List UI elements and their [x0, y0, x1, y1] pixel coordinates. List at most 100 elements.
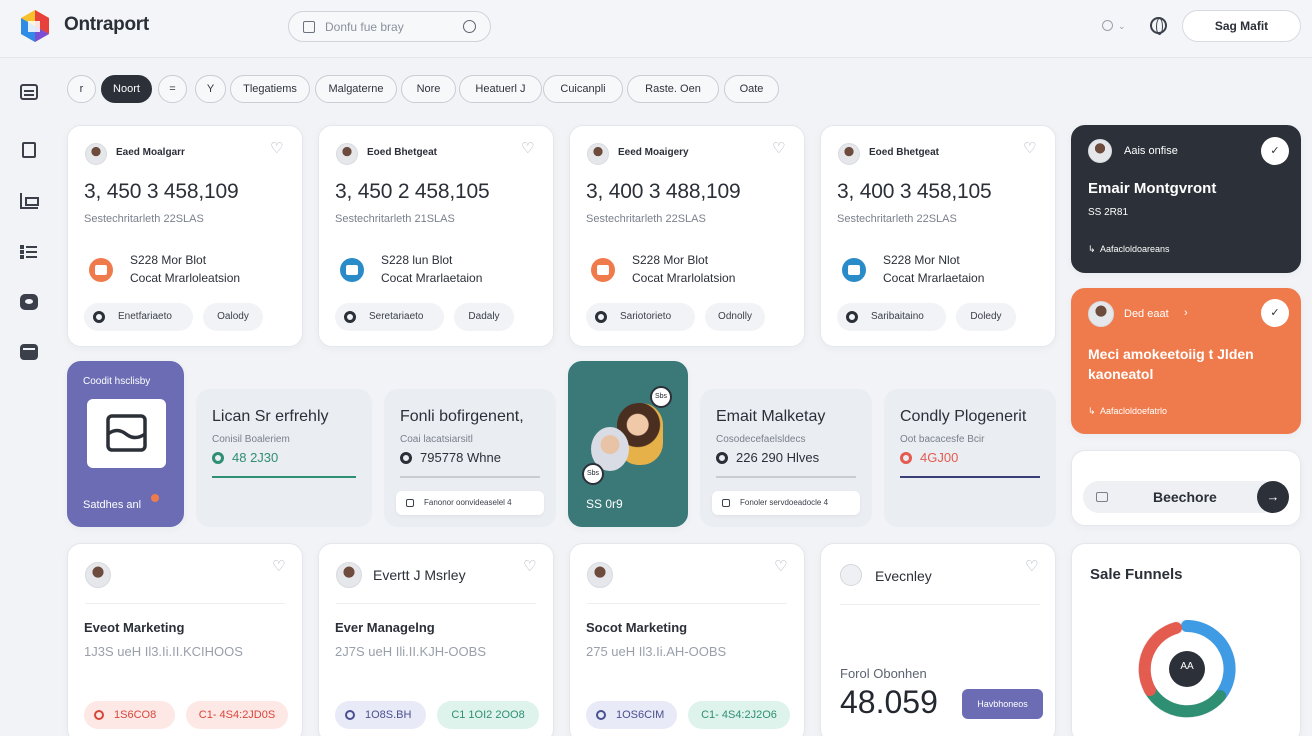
avatar	[840, 564, 862, 586]
frequency-pill[interactable]: Dadaly	[454, 303, 514, 331]
twitter-icon-glyph	[848, 265, 860, 275]
filter-chip[interactable]: Cuicanpli	[543, 75, 623, 103]
campaign-summary-card[interactable]: Fonli bofirgenent, Coai lacatsiarsitl 7957…	[384, 389, 556, 527]
card-value: 4GJ00	[920, 450, 959, 465]
message-icon[interactable]	[20, 294, 38, 310]
globe-icon[interactable]	[1150, 17, 1167, 35]
filter-chip[interactable]: Y	[195, 75, 226, 103]
list-icon[interactable]	[20, 244, 38, 260]
twitter-icon	[842, 258, 866, 282]
metric-badge[interactable]: C1 1OI2 2OO8	[437, 701, 539, 729]
heart-icon[interactable]: ♡	[272, 559, 286, 574]
marketing-card[interactable]: ♡ Eveot Marketing 1J3S ueH Il3.Ii.II.KCIHO…	[67, 543, 303, 736]
inbox-icon[interactable]	[20, 344, 38, 360]
ontraport-logo[interactable]	[18, 8, 52, 44]
heart-icon[interactable]: ♡	[270, 141, 284, 156]
metric-badge[interactable]: 1OS6CIM	[586, 701, 677, 729]
marketing-card[interactable]: Evertt J Msrley ♡ Ever Managelng 2J7S ueH I…	[318, 543, 554, 736]
metric-card[interactable]: Eoed Bhetgeat ♡ 3, 400 3 458,105 Sestechrit…	[820, 125, 1056, 347]
metric-card[interactable]: Eaed Moalgarr ♡ 3, 450 3 458,109 Sestechrit…	[67, 125, 303, 347]
campaign-summary-card[interactable]: Lican Sr erfrehly Conisil Boaleriem 48 2J3…	[196, 389, 372, 527]
card-footer: Aafacloldoareans	[1100, 244, 1170, 254]
document-icon[interactable]	[22, 142, 36, 158]
check-icon[interactable]: ✓	[1261, 137, 1289, 165]
frequency-pill[interactable]: Doledy	[956, 303, 1016, 331]
filter-chip[interactable]: Heatuerl J	[459, 75, 542, 103]
image-icon	[106, 414, 147, 452]
badge-icon	[345, 710, 355, 720]
details-button[interactable]: Havbhoneos	[962, 689, 1043, 719]
twitter-icon	[340, 258, 364, 282]
quick-search-card: Beechore →	[1071, 450, 1301, 526]
card-title: Emait Malketay	[716, 408, 826, 425]
heart-icon[interactable]: ♡	[1025, 559, 1039, 574]
status-dot	[151, 494, 159, 502]
meeting-marketing-card[interactable]: Ded eaat › ✓ Meci amokeetoiig t Jlden ka…	[1071, 288, 1301, 434]
heart-icon[interactable]: ♡	[523, 559, 537, 574]
card-detail: Cocat Mrarlolatsion	[632, 271, 736, 285]
metric-badge[interactable]: 1O8S.BH	[335, 701, 426, 729]
search-bar[interactable]: Donfu fue bray	[288, 11, 491, 42]
card-footer: SS 0r9	[586, 497, 623, 511]
filter-tag[interactable]: Fanonor oonvideaselel 4	[396, 491, 544, 515]
divider	[840, 604, 1040, 605]
metric-badge-label: 1S6CO8	[114, 709, 157, 721]
sale-funnels-card[interactable]: Sale Funnels AA	[1071, 543, 1301, 736]
go-button[interactable]: →	[1257, 481, 1289, 513]
total-label: Forol Obonhen	[840, 666, 927, 681]
link-icon: ↳	[1088, 406, 1096, 416]
donut-segment-green	[1144, 684, 1226, 718]
card-value: 795778 Whne	[420, 450, 501, 465]
search-refresh-icon[interactable]	[463, 20, 476, 33]
heart-icon[interactable]: ♡	[772, 141, 786, 156]
frequency-pill[interactable]: Oalody	[203, 303, 263, 331]
metric-badge[interactable]: C1- 4S4:2JD0S	[186, 701, 288, 729]
check-icon[interactable]: ✓	[1261, 299, 1289, 327]
campaign-summary-card[interactable]: Emait Malketay Cosodecefaelsldecs 226 290 …	[700, 389, 872, 527]
card-detail: Cocat Mrarlaetaion	[381, 271, 483, 285]
heart-icon[interactable]: ♡	[1023, 141, 1037, 156]
email-management-card[interactable]: Aais onfise ✓ Emair Montgvront SS 2R81 A…	[1071, 125, 1301, 273]
filter-chip[interactable]: =	[158, 75, 187, 103]
metric-badge[interactable]: 1S6CO8	[84, 701, 175, 729]
image-tile	[87, 399, 166, 468]
card-title: Emair Montgvront	[1088, 180, 1217, 197]
status-pill[interactable]: Seretariaeto	[335, 303, 444, 331]
card-title: Eveot Marketing	[84, 620, 185, 635]
quick-search-field[interactable]: Beechore	[1083, 481, 1278, 513]
card-title: Condly Plogenerit	[900, 408, 1027, 425]
evecnley-card[interactable]: Evecnley ♡ Forol Obonhen 48.059 Havbhone…	[820, 543, 1056, 736]
status-pill[interactable]: Saribaitaino	[837, 303, 946, 331]
card-subtitle: 2J7S ueH Ili.II.KJH-OOBS	[335, 644, 486, 659]
chevron-down-icon[interactable]: ⌄	[1118, 21, 1126, 32]
filter-chip[interactable]: Oate	[724, 75, 779, 103]
team-photo-card[interactable]: Sbs Sbs SS 0r9	[568, 361, 688, 527]
filter-chip[interactable]: Nore	[401, 75, 456, 103]
sign-in-button[interactable]: Sag Mafit	[1182, 10, 1301, 42]
metric-card[interactable]: Eoed Bhetgeat ♡ 3, 450 2 458,105 Sestechrit…	[318, 125, 554, 347]
chart-icon[interactable]	[20, 193, 39, 209]
status-pill[interactable]: Sariotorieto	[586, 303, 695, 331]
search-icon[interactable]	[1102, 20, 1113, 31]
filter-chip[interactable]: Raste. Oen	[627, 75, 719, 103]
tag-icon	[722, 499, 730, 507]
heart-icon[interactable]: ♡	[521, 141, 535, 156]
dashboard-icon[interactable]	[20, 84, 38, 100]
marketing-card[interactable]: ♡ Socot Marketing 275 ueH Il3.Ii.AH-OOBS 1O…	[569, 543, 805, 736]
metric-badge[interactable]: C1- 4S4:2J2O6	[688, 701, 790, 729]
divider	[85, 603, 285, 604]
campaign-summary-card[interactable]: Condly Plogenerit Oot bacacesfe Bcir 4GJ00	[884, 389, 1056, 527]
brand-name[interactable]: Ontraport	[64, 14, 149, 36]
credit-history-card[interactable]: Coodit hsclisby Satdhes anl	[67, 361, 184, 527]
frequency-pill[interactable]: Odnolly	[705, 303, 765, 331]
card-title: Sale Funnels	[1090, 566, 1183, 583]
filter-chip[interactable]: Tlegatiems	[230, 75, 310, 103]
metric-card[interactable]: Eeed Moaigery ♡ 3, 400 3 488,109 Sestechrit…	[569, 125, 805, 347]
filter-chip[interactable]: Malgaterne	[315, 75, 397, 103]
filter-tag[interactable]: Fonoler servdoeadocle 4	[712, 491, 860, 515]
status-pill[interactable]: Enetfariaeto	[84, 303, 193, 331]
card-subtitle: Sestechritarleth 22SLAS	[84, 213, 204, 225]
heart-icon[interactable]: ♡	[774, 559, 788, 574]
filter-chip[interactable]: r	[67, 75, 96, 103]
filter-chip[interactable]: Noort	[101, 75, 152, 103]
